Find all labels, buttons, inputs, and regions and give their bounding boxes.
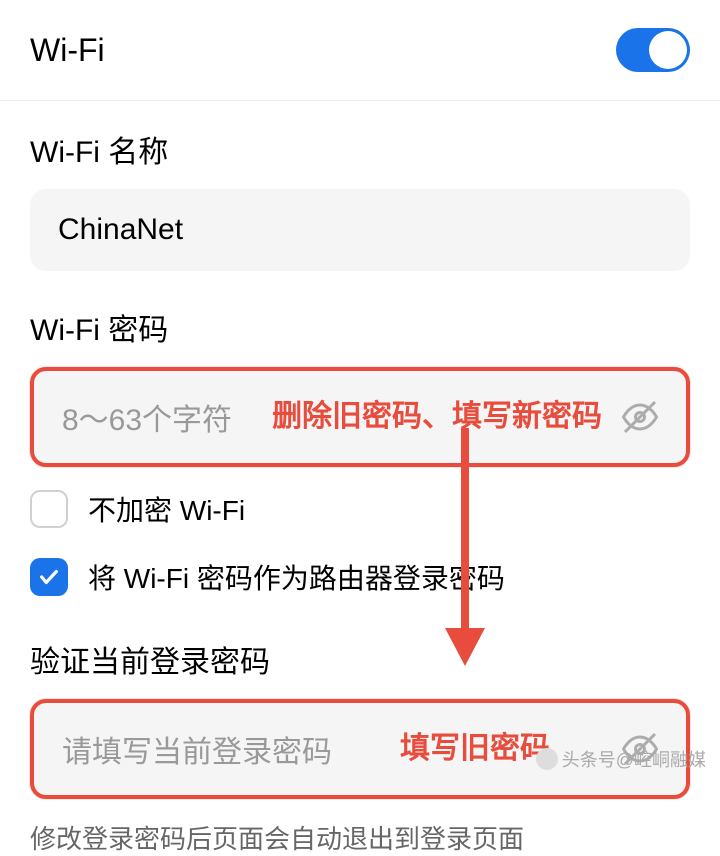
wifi-password-placeholder: 8～63个字符 (62, 395, 232, 439)
wifi-toggle[interactable] (616, 28, 690, 72)
verify-password-placeholder: 请填写当前登录密码 (62, 727, 332, 771)
no-encrypt-checkbox[interactable] (30, 490, 68, 528)
wifi-title: Wi-Fi (30, 32, 105, 69)
watermark-text: 头条号@崆峒融媒 (562, 746, 706, 772)
wifi-password-section: Wi-Fi 密码 8～63个字符 删除旧密码、填写新密码 (0, 279, 720, 467)
footer-note: 修改登录密码后页面会自动退出到登录页面 (0, 807, 720, 856)
watermark: 头条号@崆峒融媒 (536, 746, 706, 772)
verify-password-annotation: 填写旧密码 (400, 731, 550, 767)
no-encrypt-label: 不加密 Wi-Fi (88, 489, 245, 529)
wifi-name-section: Wi-Fi 名称 ChinaNet (0, 101, 720, 271)
no-encrypt-row[interactable]: 不加密 Wi-Fi (0, 475, 720, 543)
wifi-password-annotation: 删除旧密码、填写新密码 (232, 399, 606, 435)
use-as-router-row[interactable]: 将 Wi-Fi 密码作为路由器登录密码 (0, 543, 720, 611)
use-as-router-checkbox[interactable] (30, 558, 68, 596)
wifi-name-value: ChinaNet (58, 213, 183, 247)
wifi-header-row: Wi-Fi (0, 0, 720, 101)
wifi-name-input[interactable]: ChinaNet (30, 189, 690, 271)
wifi-password-input[interactable]: 8～63个字符 删除旧密码、填写新密码 (30, 367, 690, 467)
eye-off-icon[interactable] (622, 399, 658, 435)
use-as-router-label: 将 Wi-Fi 密码作为路由器登录密码 (88, 557, 505, 597)
wifi-password-label: Wi-Fi 密码 (30, 305, 690, 349)
verify-password-label: 验证当前登录密码 (30, 637, 690, 681)
watermark-icon (536, 748, 558, 770)
wifi-name-label: Wi-Fi 名称 (30, 127, 690, 171)
